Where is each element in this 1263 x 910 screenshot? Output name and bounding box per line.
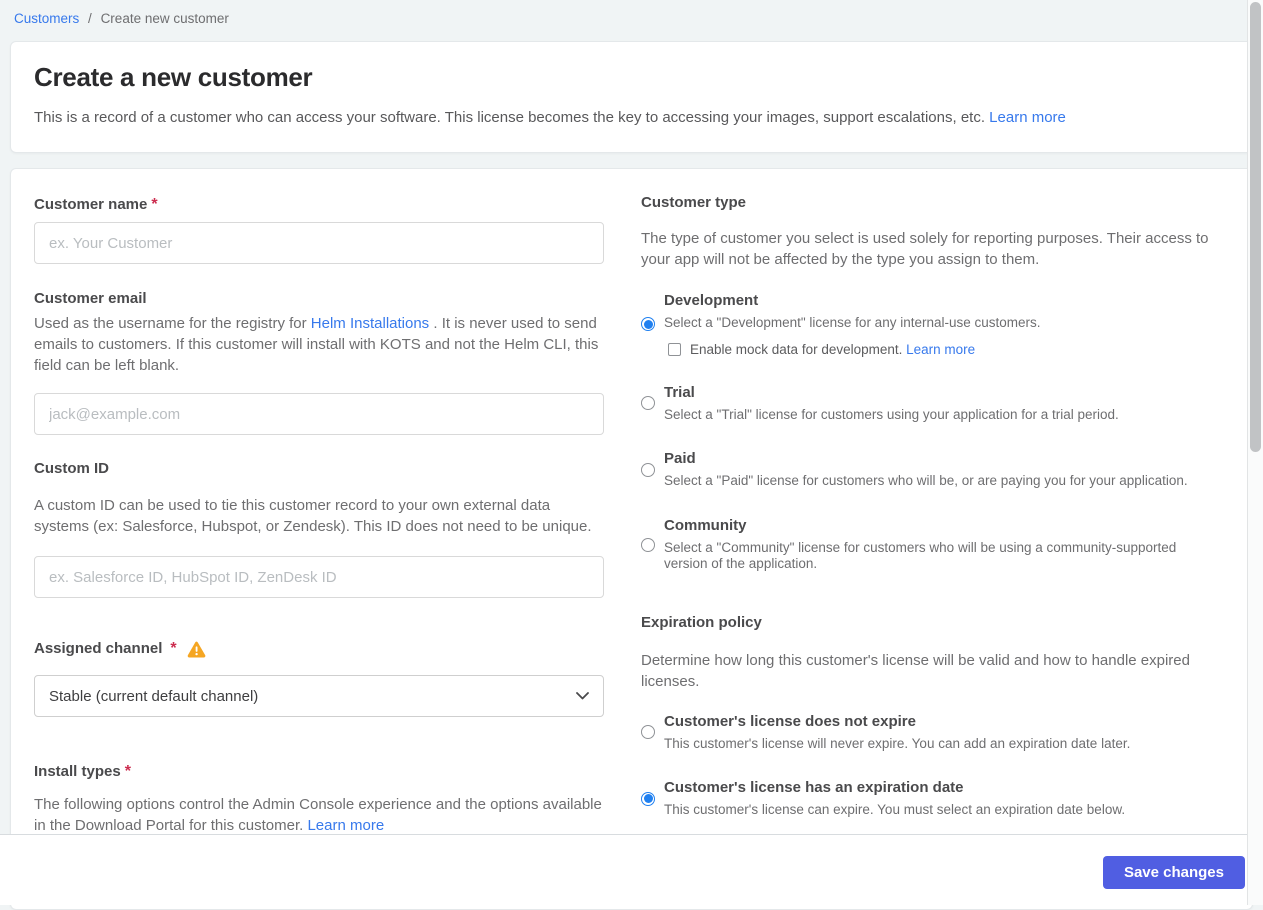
expiration-policy-options: Customer's license does not expire This … bbox=[641, 713, 1210, 819]
expiration-policy-description: Determine how long this customer's licen… bbox=[641, 651, 1190, 690]
option-content: Community Select a "Community" license f… bbox=[664, 517, 1210, 573]
scrollbar-thumb[interactable] bbox=[1250, 2, 1261, 452]
custom-id-input[interactable] bbox=[34, 556, 604, 598]
option-content: Paid Select a "Paid" license for custome… bbox=[664, 450, 1210, 490]
option-content: Customer's license does not expire This … bbox=[664, 713, 1210, 753]
custom-id-label: Custom ID bbox=[34, 460, 109, 477]
assigned-channel-label: Assigned channel bbox=[34, 640, 163, 657]
expiration-policy-label-row: Expiration policy bbox=[641, 613, 1210, 631]
assigned-channel-required-mark: * bbox=[170, 640, 177, 657]
custom-id-description: A custom ID can be used to tie this cust… bbox=[34, 497, 592, 535]
custom-id-label-row: Custom ID bbox=[34, 461, 604, 477]
install-types-required-mark: * bbox=[124, 763, 131, 780]
breadcrumb-separator: / bbox=[88, 11, 92, 26]
development-description: Select a "Development" license for any i… bbox=[664, 315, 1041, 330]
form-card: Customer name * Customer email Used as t… bbox=[10, 168, 1253, 910]
install-types-label-row: Install types * bbox=[34, 763, 604, 781]
customer-type-label-row: Customer type bbox=[641, 195, 1210, 211]
customer-email-description-pre: Used as the username for the registry fo… bbox=[34, 315, 311, 332]
customer-email-description: Used as the username for the registry fo… bbox=[34, 313, 604, 376]
paid-description: Select a "Paid" license for customers wh… bbox=[664, 473, 1188, 488]
expiration-option-no-expire: Customer's license does not expire This … bbox=[641, 713, 1210, 753]
customer-email-input[interactable] bbox=[34, 393, 604, 435]
expiration-option-has-expiration: Customer's license has an expiration dat… bbox=[641, 779, 1210, 819]
page-description-text: This is a record of a customer who can a… bbox=[34, 109, 990, 126]
customer-name-label: Customer name bbox=[34, 196, 148, 213]
customer-name-label-row: Customer name * bbox=[34, 196, 604, 214]
mock-data-checkbox[interactable] bbox=[668, 342, 681, 356]
license-has-expiration-radio[interactable] bbox=[641, 791, 655, 806]
paid-radio[interactable] bbox=[641, 462, 655, 477]
mock-data-row: Enable mock data for development. Learn … bbox=[668, 342, 1210, 357]
trial-description: Select a "Trial" license for customers u… bbox=[664, 406, 1119, 422]
license-has-expiration-description: This customer's license can expire. You … bbox=[664, 802, 1126, 817]
community-description: Select a "Community" license for custome… bbox=[664, 539, 1177, 572]
customer-name-input[interactable] bbox=[34, 222, 604, 264]
breadcrumb-current: Create new customer bbox=[100, 11, 229, 26]
radio-column bbox=[641, 396, 655, 411]
customer-type-options: Development Select a "Development" licen… bbox=[641, 292, 1210, 573]
footer-bar: Save changes bbox=[0, 834, 1247, 905]
customer-type-option-development: Development Select a "Development" licen… bbox=[641, 292, 1210, 357]
save-changes-button[interactable]: Save changes bbox=[1102, 856, 1245, 889]
trial-title: Trial bbox=[664, 383, 695, 401]
page-title: Create a new customer bbox=[34, 62, 313, 92]
customer-name-required-mark: * bbox=[151, 196, 158, 213]
community-radio[interactable] bbox=[641, 537, 655, 552]
helm-installations-link[interactable]: Helm Installations bbox=[311, 315, 429, 332]
customer-type-option-community: Community Select a "Community" license f… bbox=[641, 517, 1210, 573]
install-types-label: Install types bbox=[34, 763, 121, 780]
form-right-column: Customer type The type of customer you s… bbox=[641, 193, 1210, 819]
radio-column bbox=[641, 791, 655, 806]
option-content: Trial Select a "Trial" license for custo… bbox=[664, 384, 1210, 424]
install-types-description: The following options control the Admin … bbox=[34, 794, 604, 836]
warning-icon bbox=[187, 641, 206, 658]
radio-column bbox=[641, 725, 655, 740]
assigned-channel-selected-value: Stable (current default channel) bbox=[49, 687, 259, 705]
customer-type-label: Customer type bbox=[641, 194, 747, 211]
mock-data-label-text: Enable mock data for development. bbox=[690, 341, 907, 357]
page-description: This is a record of a customer who can a… bbox=[34, 107, 1229, 128]
radio-column bbox=[641, 537, 655, 552]
form-left-column: Customer name * Customer email Used as t… bbox=[34, 193, 604, 836]
customer-type-option-paid: Paid Select a "Paid" license for custome… bbox=[641, 450, 1210, 490]
development-radio[interactable] bbox=[641, 317, 655, 332]
radio-column bbox=[641, 462, 655, 477]
assigned-channel-select[interactable]: Stable (current default channel) bbox=[34, 675, 604, 717]
install-types-learn-more-link[interactable]: Learn more bbox=[307, 817, 384, 834]
customer-email-label-row: Customer email bbox=[34, 291, 604, 307]
option-content: Customer's license has an expiration dat… bbox=[664, 779, 1210, 819]
license-has-expiration-title: Customer's license has an expiration dat… bbox=[664, 779, 964, 796]
radio-column bbox=[641, 317, 655, 332]
mock-data-learn-more-link[interactable]: Learn more bbox=[906, 342, 975, 357]
header-learn-more-link[interactable]: Learn more bbox=[989, 109, 1066, 126]
license-no-expire-description: This customer's license will never expir… bbox=[664, 735, 1131, 751]
chevron-down-icon bbox=[576, 692, 589, 700]
scrollbar[interactable] bbox=[1247, 0, 1263, 905]
breadcrumb-link-customers[interactable]: Customers bbox=[14, 11, 79, 26]
customer-type-description: The type of customer you select is used … bbox=[641, 230, 1209, 268]
development-title: Development bbox=[664, 292, 759, 309]
license-no-expire-title: Customer's license does not expire bbox=[664, 712, 916, 730]
paid-title: Paid bbox=[664, 450, 696, 467]
header-card: Create a new customer This is a record o… bbox=[10, 41, 1253, 153]
expiration-policy-label: Expiration policy bbox=[641, 613, 762, 631]
option-content: Development Select a "Development" licen… bbox=[664, 292, 1210, 357]
community-title: Community bbox=[664, 516, 747, 534]
assigned-channel-label-row: Assigned channel * bbox=[34, 640, 604, 658]
customer-type-option-trial: Trial Select a "Trial" license for custo… bbox=[641, 384, 1210, 424]
trial-radio[interactable] bbox=[641, 396, 655, 411]
customer-email-label: Customer email bbox=[34, 290, 147, 307]
mock-data-label: Enable mock data for development. Learn … bbox=[690, 342, 975, 357]
license-no-expire-radio[interactable] bbox=[641, 725, 655, 740]
breadcrumb: Customers / Create new customer bbox=[0, 0, 1263, 35]
